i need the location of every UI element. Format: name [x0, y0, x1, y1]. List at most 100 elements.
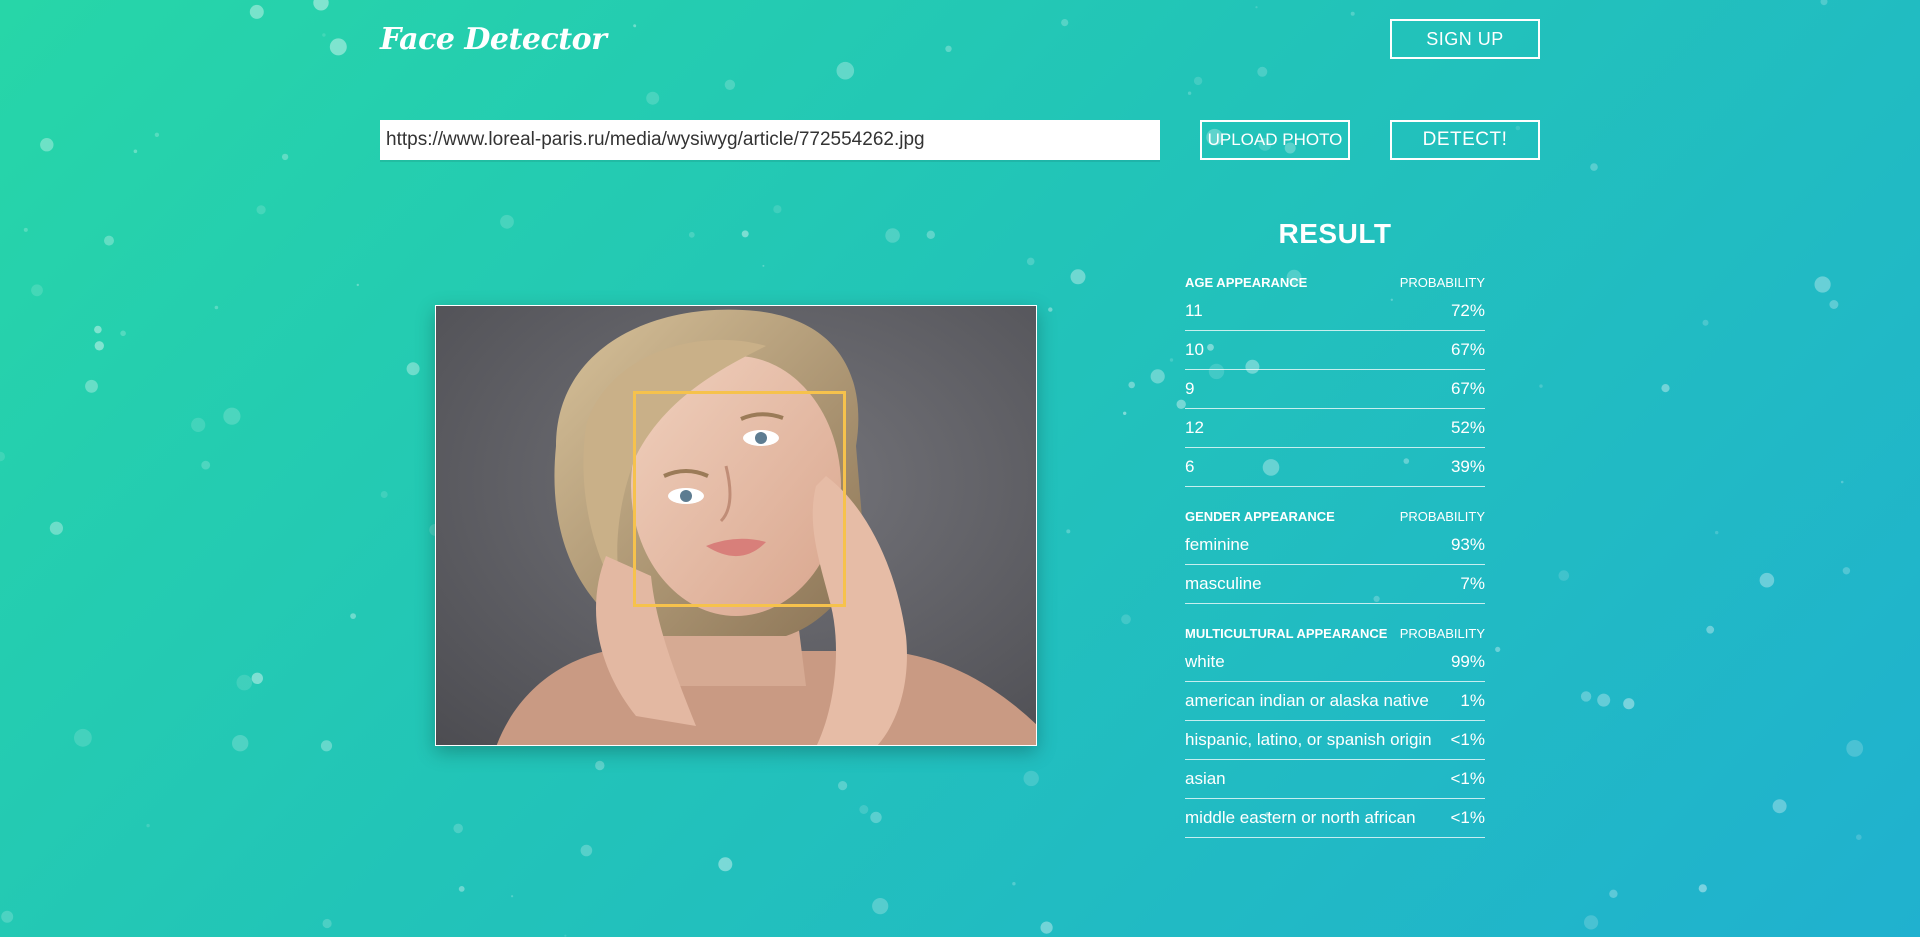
multicultural-appearance-section: MULTICULTURAL APPEARANCE PROBABILITY whi…	[1185, 623, 1485, 838]
result-row: asian <1%	[1185, 760, 1485, 799]
upload-photo-button[interactable]: UPLOAD PHOTO	[1200, 120, 1350, 160]
particle-dot	[1846, 740, 1864, 757]
row-value: 39%	[1450, 457, 1485, 476]
row-value: <1%	[1450, 769, 1486, 788]
row-label: hispanic, latino, or spanish origin	[1185, 730, 1432, 749]
particle-dot	[1580, 691, 1592, 702]
particle-dot	[23, 227, 28, 232]
row-value: <1%	[1450, 808, 1486, 827]
image-url-input[interactable]	[380, 120, 1160, 160]
section-header: MULTICULTURAL APPEARANCE PROBABILITY	[1185, 623, 1485, 643]
particle-dot	[356, 283, 359, 287]
app-logo[interactable]: Face Detector	[380, 22, 607, 57]
particle-dot	[1706, 625, 1715, 634]
face-detection-box	[633, 391, 846, 607]
result-row: 11 72%	[1185, 292, 1485, 331]
signup-button[interactable]: SIGN UP	[1390, 19, 1540, 59]
result-row: hispanic, latino, or spanish origin <1%	[1185, 721, 1485, 760]
particle-dot	[281, 153, 289, 161]
particle-dot	[1842, 567, 1851, 575]
result-row: white 99%	[1185, 643, 1485, 682]
row-value: 67%	[1450, 340, 1485, 359]
particle-dot	[1023, 770, 1039, 787]
result-row: masculine 7%	[1185, 565, 1485, 604]
particle-dot	[1187, 91, 1192, 95]
particle-dot	[926, 230, 935, 239]
particle-dot	[1840, 480, 1844, 484]
particle-dot	[1829, 300, 1839, 309]
particle-dot	[838, 781, 848, 791]
row-value: <1%	[1450, 730, 1486, 749]
result-row: 9 67%	[1185, 370, 1485, 409]
particle-dot	[458, 886, 465, 892]
result-title: RESULT	[1278, 218, 1392, 249]
particle-dot	[120, 330, 126, 337]
category-label: AGE APPEARANCE	[1185, 274, 1308, 290]
particle-dot	[1590, 163, 1598, 171]
particle-dot	[1048, 307, 1053, 312]
probability-label: PROBABILITY	[1399, 274, 1485, 290]
row-value: 1%	[1460, 691, 1485, 710]
particle-dot	[724, 79, 736, 91]
row-label: asian	[1185, 769, 1226, 788]
particle-dot	[1820, 0, 1828, 6]
row-label: 6	[1185, 457, 1195, 476]
particle-dot	[1698, 884, 1707, 893]
row-label: middle eastern or north african	[1185, 808, 1416, 827]
particle-dot	[74, 728, 92, 747]
particle-dot	[500, 214, 514, 229]
particle-dot	[1066, 529, 1071, 534]
particle-dot	[251, 672, 263, 684]
particle-dot	[1128, 381, 1135, 389]
particle-dot	[104, 235, 114, 246]
row-value: 7%	[1460, 574, 1485, 593]
particle-dot	[1856, 834, 1862, 840]
particle-dot	[85, 379, 98, 393]
particle-dot	[885, 228, 900, 243]
particle-dot	[1661, 384, 1670, 393]
row-value: 99%	[1450, 652, 1485, 671]
row-label: 10	[1185, 340, 1204, 359]
section-header: AGE APPEARANCE PROBABILITY	[1185, 272, 1485, 292]
particle-dot	[232, 735, 249, 752]
particle-dot	[329, 38, 347, 56]
particle-dot	[510, 895, 514, 898]
particle-dot	[945, 45, 952, 52]
particle-dot	[1169, 358, 1174, 362]
particle-dot	[1, 910, 14, 923]
row-label: american indian or alaska native	[1185, 691, 1429, 710]
particle-dot	[223, 407, 241, 425]
detect-button[interactable]: DETECT!	[1390, 120, 1540, 160]
particle-dot	[154, 132, 160, 137]
particle-dot	[773, 205, 782, 214]
particle-dot	[1123, 411, 1127, 415]
particle-dot	[40, 138, 54, 152]
row-value: 72%	[1450, 301, 1485, 320]
row-value: 52%	[1450, 418, 1485, 437]
particle-dot	[1597, 693, 1611, 707]
row-label: 11	[1185, 301, 1203, 320]
particle-dot	[1715, 530, 1719, 535]
particle-dot	[1150, 369, 1165, 384]
particle-dot	[1495, 646, 1501, 653]
particle-dot	[762, 264, 765, 267]
particle-dot	[1759, 572, 1775, 588]
particle-dot	[49, 521, 64, 535]
row-label: 12	[1185, 418, 1204, 437]
particle-dot	[1012, 882, 1016, 886]
particle-dot	[133, 149, 138, 154]
particle-dot	[1061, 19, 1069, 27]
result-row: american indian or alaska native 1%	[1185, 682, 1485, 721]
particle-dot	[1121, 614, 1131, 625]
particle-dot	[214, 305, 219, 310]
particle-dot	[201, 460, 211, 470]
particle-dot	[350, 613, 356, 619]
result-row: feminine 93%	[1185, 526, 1485, 565]
probability-label: PROBABILITY	[1399, 508, 1485, 524]
particle-dot	[741, 230, 749, 238]
row-value: 67%	[1450, 379, 1485, 398]
age-appearance-section: AGE APPEARANCE PROBABILITY 11 72% 10 67% 9…	[1185, 272, 1485, 487]
particle-dot	[1702, 319, 1709, 326]
section-header: GENDER APPEARANCE PROBABILITY	[1185, 506, 1485, 526]
particle-dot	[1070, 269, 1086, 285]
